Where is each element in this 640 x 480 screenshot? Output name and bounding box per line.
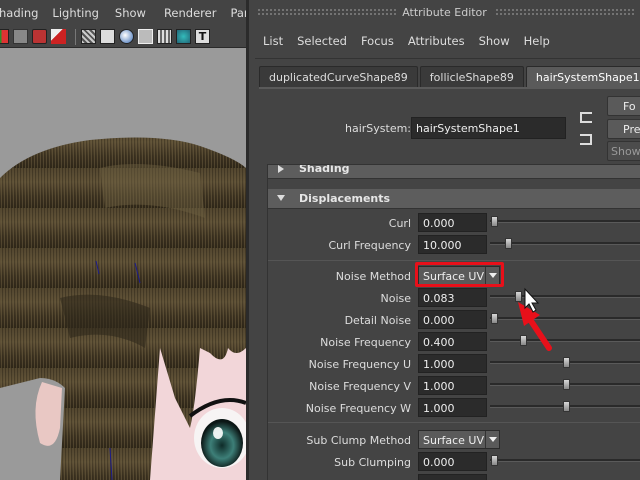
collapse-arrow-icon bbox=[278, 165, 284, 173]
menu-list[interactable]: List bbox=[263, 34, 283, 48]
noise-frequency-w-label: Noise Frequency W bbox=[305, 402, 411, 415]
camera-icon[interactable] bbox=[13, 29, 28, 44]
section-displacements[interactable]: Displacements bbox=[268, 189, 640, 209]
viewport-menubar: hading Lighting Show Renderer Panels bbox=[0, 0, 249, 26]
noise-frequency-v-field[interactable]: 1.000 bbox=[418, 376, 487, 395]
noise-frequency-field[interactable]: 0.400 bbox=[418, 332, 487, 351]
noise-frequency-slider-handle[interactable] bbox=[519, 335, 527, 346]
menu-shading[interactable]: hading bbox=[0, 6, 38, 20]
curl-field[interactable]: 0.000 bbox=[418, 213, 487, 232]
noise-frequency-u-label: Noise Frequency U bbox=[308, 358, 411, 371]
curl-frequency-slider[interactable] bbox=[490, 242, 640, 245]
noise-label: Noise bbox=[380, 292, 411, 305]
smooth-shade-icon[interactable] bbox=[138, 29, 153, 44]
attribute-scroll-area[interactable]: Shading Displacements Curl 0.000 Curl Fr… bbox=[267, 164, 640, 480]
toolbar-separator bbox=[75, 28, 76, 45]
noise-frequency-v-slider-handle[interactable] bbox=[562, 379, 570, 390]
section-shading[interactable]: Shading bbox=[268, 164, 640, 179]
group-divider bbox=[268, 260, 640, 261]
panel-grip-right[interactable] bbox=[495, 8, 635, 16]
grid-snap-icon[interactable] bbox=[0, 29, 9, 44]
presets-button[interactable]: Pre bbox=[607, 119, 640, 139]
detail-noise-slider[interactable] bbox=[490, 317, 640, 320]
tab-duplicated-curve-shape[interactable]: duplicatedCurveShape89 bbox=[259, 66, 418, 88]
menu-help[interactable]: Help bbox=[524, 34, 550, 48]
hair-render-image bbox=[0, 137, 246, 480]
tab-follicle-shape[interactable]: follicleShape89 bbox=[419, 66, 524, 88]
noise-slider-handle[interactable] bbox=[515, 291, 523, 302]
curl-frequency-slider-handle[interactable] bbox=[505, 238, 513, 249]
focus-button[interactable]: Fo bbox=[607, 96, 640, 116]
expand-arrow-icon bbox=[277, 195, 285, 201]
menu-renderer[interactable]: Renderer bbox=[164, 6, 217, 20]
menu-focus[interactable]: Focus bbox=[361, 34, 394, 48]
sub-clumping-slider-handle[interactable] bbox=[491, 455, 498, 466]
tab-hair-system-shape[interactable]: hairSystemShape1 bbox=[525, 66, 640, 88]
viewport-scene[interactable] bbox=[0, 48, 246, 480]
menu-selected[interactable]: Selected bbox=[297, 34, 347, 48]
next-attribute-field[interactable] bbox=[418, 474, 487, 480]
noise-frequency-u-field[interactable]: 1.000 bbox=[418, 354, 487, 373]
node-name-label: hairSystem: bbox=[345, 122, 412, 135]
sub-clumping-label: Sub Clumping bbox=[334, 456, 411, 469]
sub-clump-method-dropdown[interactable]: Surface UV bbox=[418, 430, 500, 449]
detail-noise-slider-handle[interactable] bbox=[491, 313, 498, 324]
textured-icon[interactable] bbox=[157, 29, 172, 44]
noise-frequency-w-slider-handle[interactable] bbox=[562, 401, 570, 412]
menu-attributes[interactable]: Attributes bbox=[408, 34, 465, 48]
section-title: Displacements bbox=[299, 192, 391, 205]
sphere-icon[interactable] bbox=[119, 29, 134, 44]
tab-underline bbox=[259, 87, 640, 89]
sub-clump-method-label: Sub Clump Method bbox=[306, 434, 411, 447]
curl-frequency-field[interactable]: 10.000 bbox=[418, 235, 487, 254]
menubar-divider bbox=[255, 58, 640, 59]
attribute-editor-menubar: List Selected Focus Attributes Show Help bbox=[249, 30, 640, 52]
noise-method-label: Noise Method bbox=[335, 270, 411, 283]
focus-input-icon[interactable] bbox=[580, 112, 592, 123]
chevron-down-icon bbox=[485, 431, 499, 448]
select-icon[interactable] bbox=[32, 29, 47, 44]
detail-noise-label: Detail Noise bbox=[344, 314, 411, 327]
curl-slider-handle[interactable] bbox=[491, 216, 498, 227]
sub-clumping-slider[interactable] bbox=[490, 459, 640, 462]
lights-icon[interactable] bbox=[176, 29, 191, 44]
noise-frequency-slider[interactable] bbox=[490, 339, 640, 342]
menu-show[interactable]: Show bbox=[115, 6, 146, 20]
paint-icon[interactable] bbox=[51, 29, 66, 44]
node-name-field[interactable]: hairSystemShape1 bbox=[411, 117, 566, 139]
section-title: Shading bbox=[299, 164, 350, 175]
curl-label: Curl bbox=[388, 217, 411, 230]
curl-frequency-label: Curl Frequency bbox=[328, 239, 411, 252]
detail-noise-field[interactable]: 0.000 bbox=[418, 310, 487, 329]
viewport-panel[interactable]: hading Lighting Show Renderer Panels T bbox=[0, 0, 249, 480]
focus-output-icon[interactable] bbox=[580, 134, 592, 145]
noise-frequency-u-slider-handle[interactable] bbox=[562, 357, 570, 368]
sub-clumping-field[interactable]: 0.000 bbox=[418, 452, 487, 471]
menu-show[interactable]: Show bbox=[479, 34, 510, 48]
menu-lighting[interactable]: Lighting bbox=[52, 6, 98, 20]
group-divider bbox=[268, 422, 640, 423]
attribute-editor: Attribute Editor List Selected Focus Att… bbox=[249, 0, 640, 480]
noise-frequency-w-field[interactable]: 1.000 bbox=[418, 398, 487, 417]
curl-slider[interactable] bbox=[490, 220, 640, 223]
wireframe-icon[interactable] bbox=[81, 29, 96, 44]
highlight-annotation bbox=[415, 262, 504, 287]
node-tabs: duplicatedCurveShape89 follicleShape89 h… bbox=[259, 66, 640, 88]
shaded-icon[interactable] bbox=[100, 29, 115, 44]
viewport-toolbar: T bbox=[0, 26, 249, 48]
noise-field[interactable]: 0.083 bbox=[418, 288, 487, 307]
texture-T-icon[interactable]: T bbox=[195, 29, 210, 44]
show-button[interactable]: Show bbox=[607, 141, 640, 161]
noise-slider[interactable] bbox=[490, 295, 640, 298]
noise-frequency-label: Noise Frequency bbox=[320, 336, 411, 349]
sub-clump-method-value: Surface UV bbox=[423, 434, 484, 447]
noise-frequency-v-label: Noise Frequency V bbox=[309, 380, 411, 393]
